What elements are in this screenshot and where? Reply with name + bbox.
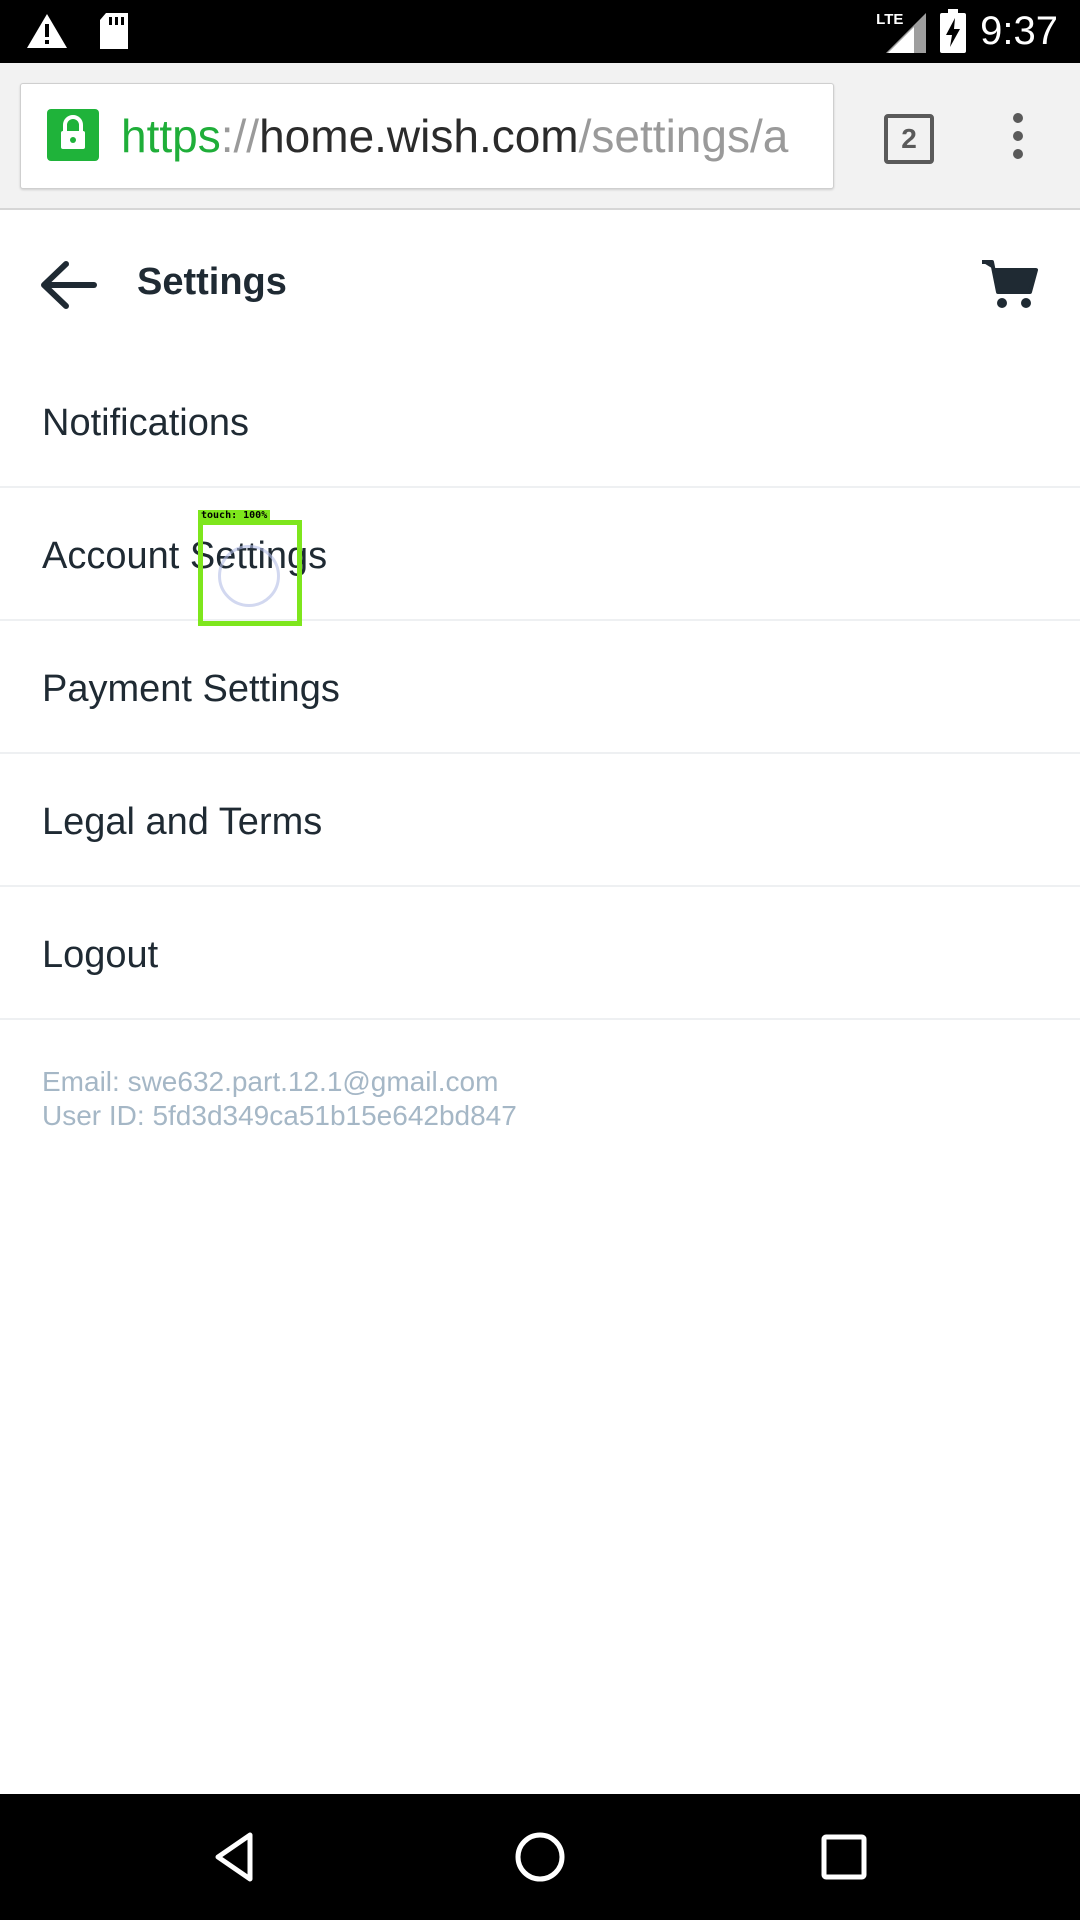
settings-item-label: Payment Settings [42,668,340,710]
touch-ripple [218,545,280,607]
tab-switcher-button[interactable]: 2 [884,114,934,164]
status-time: 9:37 [980,9,1058,53]
battery-charging-icon [940,9,967,53]
lock-icon [47,109,99,161]
home-circle-icon[interactable] [510,1827,570,1887]
signal-icon: LTE [876,9,927,53]
account-email: Email: swe632.part.12.1@gmail.com [42,1066,499,1097]
settings-list: Notifications Account Settings Payment S… [0,355,1080,1020]
url-separator: :// [220,110,260,162]
back-triangle-icon[interactable] [206,1827,266,1887]
url-scheme: https [121,110,221,162]
recents-square-icon[interactable] [814,1827,874,1887]
settings-item-label: Legal and Terms [42,801,323,843]
more-vert-icon[interactable] [1003,111,1033,161]
account-info: Email: swe632.part.12.1@gmail.com User I… [42,1065,517,1133]
account-user-id: User ID: 5fd3d349ca51b15e642bd847 [42,1100,517,1131]
url-path: /settings/a [578,110,789,162]
app-header: Settings [0,212,1080,352]
settings-item-account-settings[interactable]: Account Settings [0,488,1080,621]
settings-item-notifications[interactable]: Notifications [0,355,1080,488]
settings-item-legal-and-terms[interactable]: Legal and Terms [0,754,1080,887]
settings-item-payment-settings[interactable]: Payment Settings [0,621,1080,754]
settings-item-label: Notifications [42,402,249,444]
url-text: https://home.wish.com/settings/a [121,108,831,164]
sd-card-icon [100,13,128,49]
settings-item-label: Logout [42,934,159,976]
cart-icon[interactable] [980,256,1040,312]
page-title: Settings [137,261,287,303]
settings-item-logout[interactable]: Logout [0,887,1080,1020]
address-bar[interactable]: https://home.wish.com/settings/a [20,83,834,189]
warning-icon [27,14,67,48]
url-host: home.wish.com [259,110,579,162]
status-bar: LTE 9:37 [0,0,1080,63]
browser-toolbar: https://home.wish.com/settings/a 2 [0,63,1080,210]
system-nav-bar [0,1794,1080,1920]
back-arrow-icon[interactable] [38,258,98,312]
